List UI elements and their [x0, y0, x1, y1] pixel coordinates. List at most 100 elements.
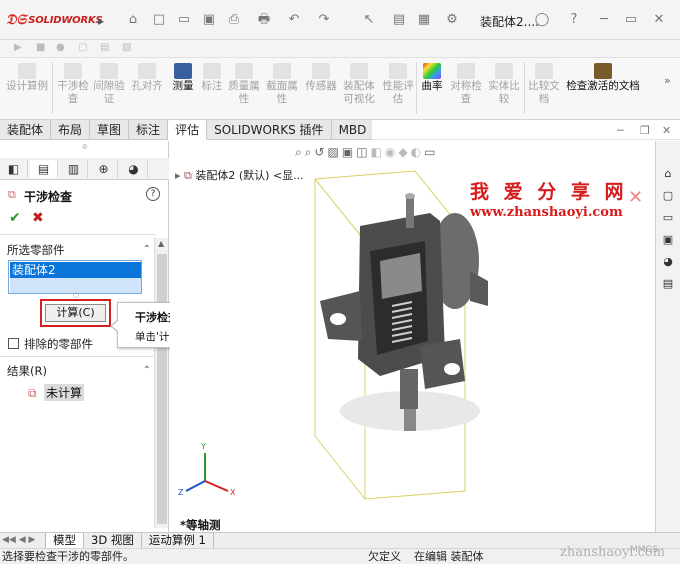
- macro-edit-icon[interactable]: ▤: [100, 42, 109, 53]
- select-arrow-icon[interactable]: ↖: [360, 11, 378, 29]
- ribbon-label: 质量属性: [228, 80, 260, 105]
- doc-close-icon[interactable]: ✕: [662, 124, 671, 137]
- calculate-button[interactable]: 计算(C): [45, 304, 106, 322]
- scroll-thumb[interactable]: [157, 254, 167, 524]
- minimize-icon[interactable]: ─: [595, 11, 613, 29]
- cancel-button[interactable]: ✖: [32, 210, 44, 226]
- ribbon-sensor[interactable]: 传感器: [302, 60, 340, 118]
- rebuild-icon[interactable]: ▤: [390, 11, 408, 29]
- tab-model[interactable]: 模型: [46, 533, 84, 548]
- help-icon[interactable]: ?: [565, 11, 583, 29]
- file-explorer-icon[interactable]: ▭: [659, 209, 677, 227]
- ribbon-measure[interactable]: 测量: [168, 60, 198, 118]
- display-manager-icon[interactable]: ◕: [120, 160, 148, 178]
- appearances-icon[interactable]: ◕: [659, 253, 677, 271]
- results-group[interactable]: 结果(R) ⌃: [0, 362, 157, 380]
- tab-mbd[interactable]: MBD: [332, 120, 375, 140]
- ribbon-mass-properties[interactable]: 质量属性: [226, 60, 262, 118]
- doc-minimize-icon[interactable]: ─: [617, 124, 624, 137]
- record-icon[interactable]: ●: [56, 42, 65, 53]
- command-manager-ribbon: 设计算例 干涉检查 间隙验证 孔对齐 测量 标注 质量属性 截面属性 传感器 装…: [0, 58, 680, 120]
- excluded-components-checkbox[interactable]: [8, 338, 19, 349]
- compare-docs-icon: [535, 63, 553, 79]
- macro-run-icon[interactable]: ▧: [122, 42, 131, 53]
- hole-alignment-icon: [138, 63, 156, 79]
- status-message: 选择要检查干涉的零部件。: [2, 550, 134, 563]
- ribbon-design-study[interactable]: 设计算例: [4, 60, 50, 118]
- ribbon-compare-documents[interactable]: 比较文档: [526, 60, 562, 118]
- tab-layout[interactable]: 布局: [51, 120, 91, 140]
- scroll-up-icon[interactable]: ▲: [158, 239, 164, 248]
- ribbon-label: 干涉检查: [57, 80, 89, 105]
- tab-evaluate[interactable]: 评估: [168, 120, 208, 140]
- ok-button[interactable]: ✔: [9, 210, 21, 226]
- help-icon[interactable]: ?: [146, 187, 160, 201]
- property-manager-tab-icon[interactable]: ▤: [30, 160, 58, 178]
- options-gear-icon[interactable]: ⚙: [443, 11, 461, 29]
- ribbon-check-active-document[interactable]: 检查激活的文档: [564, 60, 642, 118]
- tab-markup[interactable]: 标注: [129, 120, 169, 140]
- close-window-icon[interactable]: ✕: [650, 11, 668, 29]
- graphics-area[interactable]: ⌕ ⌕ ↺ ▨ ▣ ◫ ◧ ◉ ◆ ◐ ▭ ▸ ⧉ 装配体2 (默认) <显..…: [170, 141, 655, 532]
- macro-new-icon[interactable]: ▢: [78, 42, 87, 53]
- result-item[interactable]: 未计算: [44, 384, 85, 401]
- ribbon-curvature[interactable]: 曲率: [418, 60, 446, 118]
- new-document-icon[interactable]: □: [150, 11, 168, 29]
- view-palette-icon[interactable]: ▣: [659, 231, 677, 249]
- tab-3d-views[interactable]: 3D 视图: [84, 533, 142, 548]
- selected-components-group[interactable]: 所选零部件 ⌃: [0, 241, 157, 259]
- custom-properties-icon[interactable]: ▤: [659, 275, 677, 293]
- ribbon-markup[interactable]: 标注: [198, 60, 226, 118]
- ribbon-section-properties[interactable]: 截面属性: [264, 60, 300, 118]
- user-account-icon[interactable]: ◯: [533, 11, 551, 29]
- macro-toolbar: ▶ ■ ● ▢ ▤ ▧: [0, 40, 680, 58]
- home-icon[interactable]: ⌂: [124, 11, 142, 29]
- group-label: 所选零部件: [7, 243, 65, 257]
- configuration-manager-icon[interactable]: ▥: [60, 160, 88, 178]
- restore-icon[interactable]: ▭: [622, 11, 640, 29]
- ribbon-assembly-visualization[interactable]: 装配体可视化: [340, 60, 378, 118]
- tab-solidworks-addins[interactable]: SOLIDWORKS 插件: [207, 120, 332, 140]
- list-item[interactable]: 装配体2: [10, 262, 141, 278]
- collapse-caret-icon[interactable]: ⌃: [143, 362, 151, 380]
- dimxpert-icon[interactable]: ⊕: [90, 160, 118, 178]
- cancel-confirm-corner-icon[interactable]: ✕: [628, 187, 643, 208]
- ribbon-overflow-icon[interactable]: »: [664, 74, 671, 87]
- ribbon-body-compare[interactable]: 实体比较: [486, 60, 522, 118]
- play-icon[interactable]: ▶: [14, 42, 22, 53]
- ribbon-label: 间隙验证: [93, 80, 125, 105]
- tab-assembly[interactable]: 装配体: [0, 120, 52, 140]
- redo-icon[interactable]: ↷: [315, 11, 333, 29]
- selected-components-list[interactable]: 装配体2: [8, 260, 142, 294]
- design-library-icon[interactable]: ▢: [659, 187, 677, 205]
- collapse-caret-icon[interactable]: ⌃: [143, 241, 151, 259]
- print-icon[interactable]: ⎙: [225, 11, 243, 29]
- ribbon-clearance-verification[interactable]: 间隙验证: [92, 60, 126, 118]
- section-properties-icon: [273, 63, 291, 79]
- save-icon[interactable]: ▣: [200, 11, 218, 29]
- status-bar: 选择要检查干涉的零部件。 欠定义 在编辑 装配体 zhanshaoyi.com …: [0, 545, 680, 564]
- print-preview-icon[interactable]: 🖶: [255, 11, 273, 29]
- panel-splitter-icon[interactable]: ⌾: [82, 143, 87, 153]
- tab-nav-arrows-icon[interactable]: ◀◀ ◀ ▶ ▶▶: [0, 533, 46, 560]
- ribbon-symmetry-check[interactable]: 对称检查: [448, 60, 484, 118]
- open-folder-icon[interactable]: ▭: [175, 11, 193, 29]
- tab-sketch[interactable]: 草图: [90, 120, 130, 140]
- pm-scrollbar[interactable]: ▲: [154, 238, 168, 528]
- excluded-components-label[interactable]: 排除的零部件: [24, 336, 93, 352]
- ribbon-hole-alignment[interactable]: 孔对齐: [128, 60, 166, 118]
- menu-arrow-icon[interactable]: ▸: [98, 14, 104, 28]
- feature-manager-icon[interactable]: ◧: [0, 160, 28, 178]
- stop-icon[interactable]: ■: [36, 42, 45, 53]
- units-label[interactable]: MMGS: [630, 543, 658, 558]
- doc-restore-icon[interactable]: ❐: [640, 124, 650, 137]
- resize-handle-icon[interactable]: ○: [73, 291, 79, 299]
- ribbon-interference-check[interactable]: 干涉检查: [56, 60, 90, 118]
- svg-text:Z: Z: [178, 488, 184, 497]
- file-properties-icon[interactable]: ▦: [415, 11, 433, 29]
- solidworks-resources-icon[interactable]: ⌂: [659, 165, 677, 183]
- ribbon-performance-evaluation[interactable]: 性能评估: [380, 60, 416, 118]
- tab-motion-study-1[interactable]: 运动算例 1: [142, 533, 214, 548]
- undo-icon[interactable]: ↶: [285, 11, 303, 29]
- ribbon-label: 测量: [172, 80, 194, 92]
